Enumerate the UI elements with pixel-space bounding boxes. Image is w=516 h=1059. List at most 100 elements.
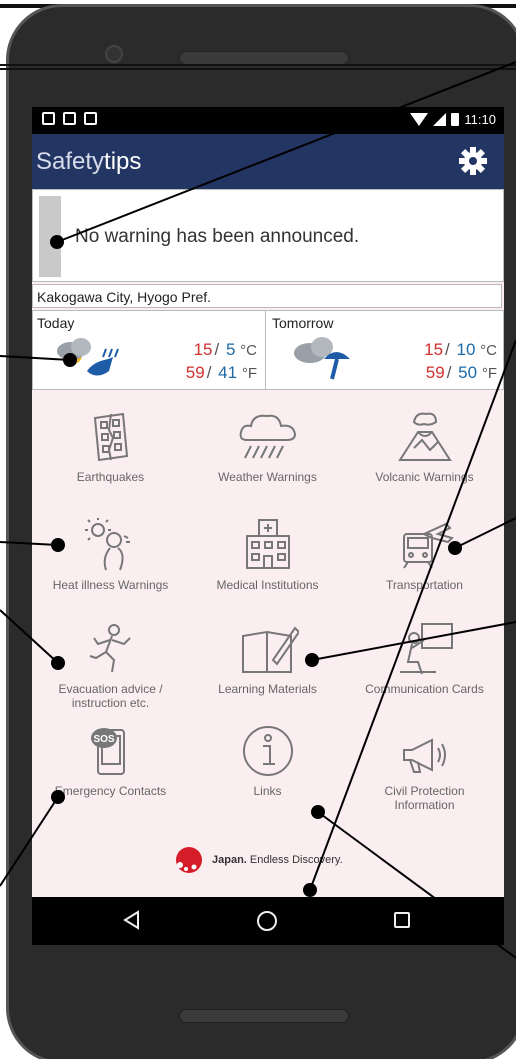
menu-volcanic-warnings-label: Volcanic Warnings — [375, 470, 474, 484]
menu-heat-illness[interactable]: Heat illness Warnings — [32, 518, 189, 592]
signal-icon — [433, 113, 447, 126]
app-screen: 11:10 Safetytips No warning has been ann… — [32, 107, 504, 945]
image-icon — [63, 112, 76, 125]
status-icons: 11:10 — [410, 112, 496, 127]
running-person-icon — [89, 624, 131, 673]
menu-transportation[interactable]: Transportation — [346, 518, 503, 592]
brand-logo: Japan. Endless Discovery. — [172, 840, 343, 880]
today-low-c: 5 — [225, 340, 236, 359]
menu-learning-materials[interactable]: Learning Materials — [189, 622, 346, 696]
notification-icons — [42, 112, 97, 125]
today-low-f: 41 — [218, 363, 238, 382]
unit-celsius: °C — [480, 342, 497, 359]
menu-medical-institutions[interactable]: Medical Institutions — [189, 518, 346, 592]
brand-rest: Endless Discovery. — [246, 854, 343, 866]
menu-weather-warnings-label: Weather Warnings — [218, 470, 317, 484]
train-plane-icon — [402, 522, 454, 569]
tomorrow-low-f: 50 — [458, 363, 478, 382]
menu-grid: Earthquakes Weather Warnings Volcanic Wa… — [32, 390, 504, 890]
menu-evacuation-label-1: Evacuation advice / — [58, 682, 163, 696]
tomorrow-low-c: 10 — [456, 340, 476, 359]
menu-medical-label: Medical Institutions — [216, 578, 319, 592]
today-high-f: 59 — [185, 363, 205, 382]
warning-message: No warning has been announced. — [75, 226, 360, 247]
info-icon — [242, 726, 293, 776]
tomorrow-high-f: 59 — [425, 363, 445, 382]
menu-civil-label-1: Civil Protection — [384, 784, 465, 798]
temp-sep: / — [445, 340, 450, 359]
unit-celsius: °C — [240, 342, 257, 359]
menu-earthquakes-label: Earthquakes — [76, 470, 145, 484]
app-logo: Safetytips — [36, 148, 141, 176]
tomorrow-high-c: 15 — [424, 340, 444, 359]
frame-line-2 — [0, 64, 516, 70]
temp-sep: / — [206, 363, 212, 382]
hospital-icon — [245, 519, 290, 569]
temp-sep: / — [214, 340, 220, 359]
speaker-grille — [179, 51, 349, 65]
menu-heat-illness-label: Heat illness Warnings — [52, 578, 169, 592]
menu-evacuation-label: Evacuation advice / instruction etc. — [32, 682, 189, 710]
warning-level-bar — [39, 196, 61, 277]
menu-links[interactable]: Links — [189, 724, 346, 798]
speaker-grille-bottom — [179, 1009, 349, 1023]
sos-phone-icon: SOS — [90, 728, 125, 775]
menu-emergency-label: Emergency Contacts — [54, 784, 167, 798]
logo-part1: Safety — [36, 148, 105, 175]
wifi-icon — [410, 113, 429, 126]
presentation-icon — [399, 623, 453, 675]
menu-evacuation[interactable]: Evacuation advice / instruction etc. — [32, 622, 189, 710]
menu-earthquakes[interactable]: Earthquakes — [32, 410, 189, 484]
weather-panel[interactable]: Today 15/ 5 °C 59/ 41 °F Tomorrow 15 / 1… — [32, 310, 504, 390]
app-bar: Safetytips — [32, 134, 504, 189]
menu-civil-label: Civil Protection Information — [346, 784, 503, 812]
battery-icon — [451, 113, 460, 126]
menu-evacuation-label-2: instruction etc. — [71, 696, 150, 710]
notification-icon — [42, 112, 55, 125]
menu-links-label: Links — [253, 784, 282, 798]
camera-icon — [105, 45, 123, 63]
warning-panel[interactable]: No warning has been announced. — [32, 189, 504, 282]
weather-today-temps: 15/ 5 °C 59/ 41 °F — [186, 339, 257, 385]
menu-communication-cards[interactable]: Communication Cards — [346, 622, 503, 696]
unit-fahrenheit: °F — [481, 365, 497, 382]
logo-part2: tips — [104, 148, 142, 175]
download-icon — [84, 112, 97, 125]
status-time: 11:10 — [464, 112, 496, 127]
unit-fahrenheit: °F — [241, 365, 257, 382]
weather-tomorrow-label: Tomorrow — [272, 315, 334, 331]
today-high-c: 15 — [193, 340, 213, 359]
heat-person-icon — [84, 518, 130, 571]
japan-blossom-logo-icon — [176, 847, 202, 873]
building-crack-icon — [93, 412, 128, 462]
weather-today: Today 15/ 5 °C 59/ 41 °F — [33, 311, 266, 389]
menu-transportation-label: Transportation — [386, 578, 463, 592]
settings-gear-icon[interactable] — [458, 146, 488, 176]
location-city: Kakogawa City, Hyogo Pref. — [37, 289, 212, 305]
menu-communication-label: Communication Cards — [365, 682, 484, 696]
brand-bold: Japan. — [212, 854, 247, 866]
brand-text: Japan. Endless Discovery. — [212, 854, 343, 866]
back-triangle-icon[interactable] — [122, 910, 140, 930]
page: 11:10 Safetytips No warning has been ann… — [0, 0, 516, 1059]
recent-apps-square-icon[interactable] — [394, 912, 410, 928]
menu-civil-protection[interactable]: Civil Protection Information — [346, 724, 503, 812]
volcano-icon — [397, 412, 452, 461]
cloud-heat-icon — [57, 338, 119, 376]
menu-learning-label: Learning Materials — [218, 682, 317, 696]
menu-civil-label-2: Information — [394, 798, 455, 812]
home-circle-icon[interactable] — [257, 911, 277, 931]
rain-cloud-icon — [239, 414, 296, 459]
menu-volcanic-warnings[interactable]: Volcanic Warnings — [346, 410, 503, 484]
location-row: Kakogawa City, Hyogo Pref. — [32, 284, 502, 308]
android-nav-bar — [32, 897, 504, 945]
temp-sep: / — [446, 363, 452, 382]
weather-tomorrow: Tomorrow 15/ 10 °C 59/ 50 °F — [268, 311, 504, 389]
menu-weather-warnings[interactable]: Weather Warnings — [189, 410, 346, 484]
cloud-umbrella-icon — [294, 337, 350, 380]
megaphone-icon — [402, 738, 446, 773]
menu-emergency-contacts[interactable]: SOS Emergency Contacts — [32, 724, 189, 798]
sos-text: SOS — [93, 734, 114, 745]
book-pen-icon — [241, 626, 299, 673]
weather-tomorrow-temps: 15/ 10 °C 59/ 50 °F — [424, 339, 497, 385]
